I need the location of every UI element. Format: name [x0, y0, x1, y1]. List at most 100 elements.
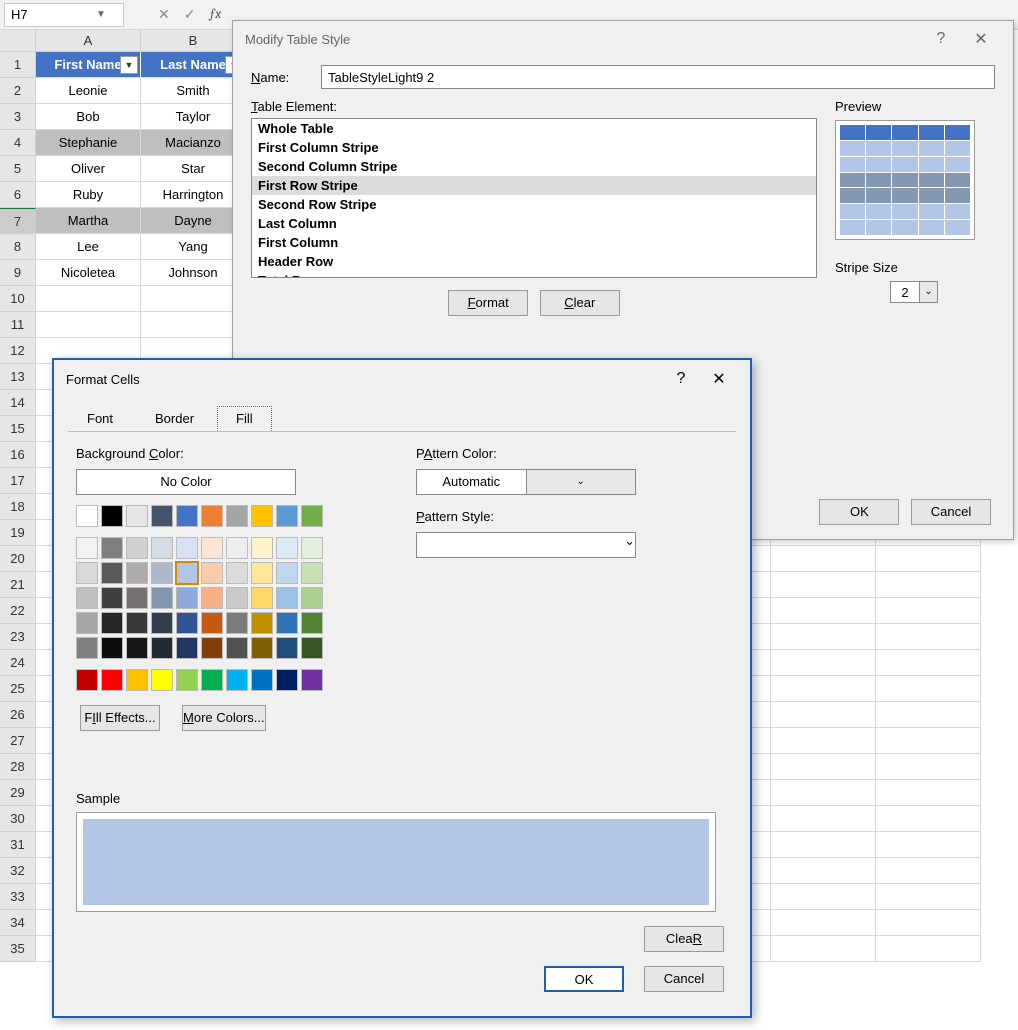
cell[interactable]: [771, 676, 876, 702]
filter-icon[interactable]: ▼: [120, 56, 138, 74]
color-swatch[interactable]: [126, 562, 148, 584]
cell[interactable]: [771, 702, 876, 728]
cancel-icon[interactable]: ✕: [158, 6, 170, 23]
tab-border[interactable]: Border: [136, 406, 213, 431]
color-swatch[interactable]: [176, 587, 198, 609]
color-swatch[interactable]: [301, 537, 323, 559]
color-swatch[interactable]: [251, 537, 273, 559]
cell[interactable]: First Name▼: [36, 52, 141, 78]
color-swatch[interactable]: [301, 612, 323, 634]
cell[interactable]: [876, 624, 981, 650]
cell[interactable]: Johnson: [141, 260, 246, 286]
color-swatch[interactable]: [276, 587, 298, 609]
cell[interactable]: Ruby: [36, 182, 141, 208]
color-swatch[interactable]: [201, 537, 223, 559]
color-swatch[interactable]: [151, 537, 173, 559]
color-swatch[interactable]: [301, 637, 323, 659]
color-swatch[interactable]: [76, 669, 98, 691]
row-header[interactable]: 28: [0, 754, 36, 780]
row-header[interactable]: 35: [0, 936, 36, 962]
color-swatch[interactable]: [126, 587, 148, 609]
color-swatch[interactable]: [201, 562, 223, 584]
row-header[interactable]: 32: [0, 858, 36, 884]
cell[interactable]: [771, 780, 876, 806]
cell[interactable]: Last Name▼: [141, 52, 246, 78]
color-swatch[interactable]: [226, 669, 248, 691]
cell[interactable]: [771, 936, 876, 962]
cell[interactable]: [771, 832, 876, 858]
cell[interactable]: [876, 832, 981, 858]
color-swatch[interactable]: [301, 669, 323, 691]
row-header[interactable]: 6: [0, 182, 36, 208]
cell[interactable]: [36, 286, 141, 312]
cell[interactable]: Dayne: [141, 208, 246, 234]
color-swatch[interactable]: [276, 562, 298, 584]
tab-font[interactable]: Font: [68, 406, 132, 431]
color-swatch[interactable]: [251, 669, 273, 691]
row-header[interactable]: 29: [0, 780, 36, 806]
row-header[interactable]: 14: [0, 390, 36, 416]
color-swatch[interactable]: [76, 505, 98, 527]
cell[interactable]: Star: [141, 156, 246, 182]
cell[interactable]: [876, 546, 981, 572]
color-swatch[interactable]: [251, 587, 273, 609]
cell[interactable]: [771, 858, 876, 884]
color-swatch[interactable]: [251, 562, 273, 584]
cell[interactable]: Smith: [141, 78, 246, 104]
color-swatch[interactable]: [151, 637, 173, 659]
color-swatch[interactable]: [276, 612, 298, 634]
color-swatch[interactable]: [226, 537, 248, 559]
cell[interactable]: Yang: [141, 234, 246, 260]
help-icon[interactable]: ?: [662, 370, 700, 388]
cell[interactable]: Oliver: [36, 156, 141, 182]
row-header[interactable]: 15: [0, 416, 36, 442]
color-swatch[interactable]: [126, 612, 148, 634]
cell[interactable]: Lee: [36, 234, 141, 260]
column-header[interactable]: B: [141, 30, 246, 52]
row-header[interactable]: 24: [0, 650, 36, 676]
tab-fill[interactable]: Fill: [217, 406, 272, 431]
color-swatch[interactable]: [301, 505, 323, 527]
cell[interactable]: [876, 728, 981, 754]
cell[interactable]: [876, 780, 981, 806]
table-element-item[interactable]: Header Row: [252, 252, 816, 271]
cell[interactable]: Harrington: [141, 182, 246, 208]
fill-effects-button[interactable]: FIll Effects...: [80, 705, 160, 731]
cell[interactable]: [141, 286, 246, 312]
close-icon[interactable]: ✕: [961, 29, 1001, 49]
color-swatch[interactable]: [126, 505, 148, 527]
more-colors-button[interactable]: More Colors...: [182, 705, 266, 731]
color-swatch[interactable]: [101, 637, 123, 659]
table-element-item[interactable]: Whole Table: [252, 119, 816, 138]
format-button[interactable]: Format: [448, 290, 528, 316]
table-element-item[interactable]: First Row Stripe: [252, 176, 816, 195]
color-swatch[interactable]: [76, 537, 98, 559]
color-swatch[interactable]: [226, 637, 248, 659]
color-swatch[interactable]: [76, 637, 98, 659]
cell[interactable]: Stephanie: [36, 130, 141, 156]
cell[interactable]: Bob: [36, 104, 141, 130]
color-swatch[interactable]: [176, 505, 198, 527]
color-swatch[interactable]: [151, 612, 173, 634]
cell[interactable]: [876, 754, 981, 780]
row-header[interactable]: 31: [0, 832, 36, 858]
row-header[interactable]: 1: [0, 52, 36, 78]
row-header[interactable]: 21: [0, 572, 36, 598]
column-header[interactable]: A: [36, 30, 141, 52]
color-swatch[interactable]: [226, 562, 248, 584]
color-swatch[interactable]: [101, 562, 123, 584]
name-box-input[interactable]: [5, 7, 93, 22]
cell[interactable]: [876, 702, 981, 728]
ok-button[interactable]: OK: [819, 499, 899, 525]
cell[interactable]: [771, 624, 876, 650]
color-swatch[interactable]: [76, 562, 98, 584]
cell[interactable]: [36, 312, 141, 338]
color-swatch[interactable]: [251, 637, 273, 659]
row-header[interactable]: 10: [0, 286, 36, 312]
row-header[interactable]: 26: [0, 702, 36, 728]
row-header[interactable]: 7: [0, 208, 36, 234]
color-swatch[interactable]: [276, 537, 298, 559]
cell[interactable]: [876, 910, 981, 936]
cell[interactable]: Martha: [36, 208, 141, 234]
row-header[interactable]: 19: [0, 520, 36, 546]
